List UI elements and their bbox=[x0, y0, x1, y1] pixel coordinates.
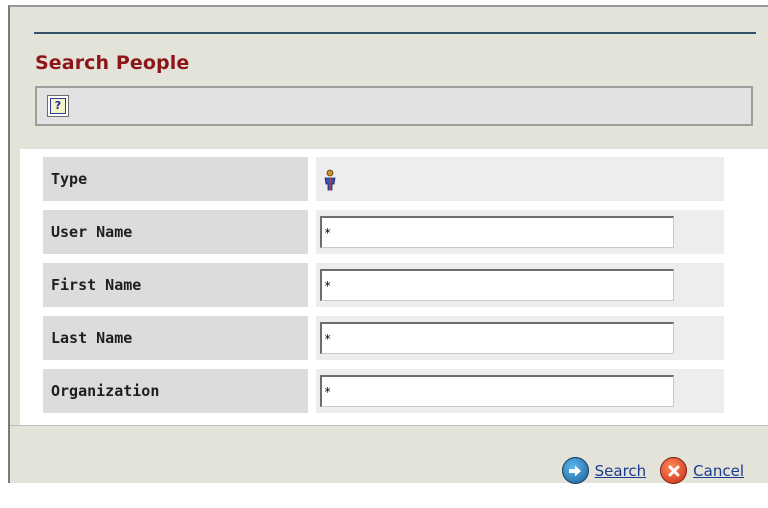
footer-divider bbox=[10, 425, 768, 426]
field-value-last-name bbox=[316, 316, 724, 360]
last-name-input[interactable] bbox=[320, 322, 674, 354]
field-label-organization: Organization bbox=[43, 369, 308, 413]
field-label-type: Type bbox=[43, 157, 308, 201]
search-people-dialog: Search People ? Type User Name * First N… bbox=[8, 5, 768, 484]
field-value-organization bbox=[316, 369, 724, 413]
form-row-organization: Organization bbox=[43, 369, 724, 413]
help-icon: ? bbox=[50, 98, 66, 114]
page-title: Search People bbox=[35, 52, 190, 74]
field-value-type bbox=[316, 157, 724, 201]
field-label-first-name: First Name bbox=[43, 263, 308, 307]
cancel-button[interactable]: Cancel bbox=[660, 457, 744, 484]
toolbar: ? bbox=[35, 86, 753, 126]
cancel-link[interactable]: Cancel bbox=[693, 462, 744, 480]
close-circle-icon[interactable] bbox=[660, 457, 688, 484]
first-name-input[interactable] bbox=[320, 269, 674, 301]
arrow-right-circle-icon[interactable] bbox=[561, 457, 589, 484]
field-label-last-name: Last Name bbox=[43, 316, 308, 360]
search-link[interactable]: Search bbox=[595, 462, 647, 480]
help-button[interactable]: ? bbox=[47, 95, 69, 117]
form-row-type: Type bbox=[43, 157, 724, 201]
field-label-user-name: User Name bbox=[43, 210, 308, 254]
organization-input[interactable] bbox=[320, 375, 674, 407]
search-form: Type User Name First Name bbox=[20, 149, 768, 425]
field-value-first-name bbox=[316, 263, 724, 307]
user-name-input[interactable] bbox=[320, 216, 674, 248]
header-divider bbox=[34, 32, 756, 34]
field-value-user-name bbox=[316, 210, 724, 254]
form-row-last-name: Last Name bbox=[43, 316, 724, 360]
form-row-user-name: User Name bbox=[43, 210, 724, 254]
form-row-first-name: First Name bbox=[43, 263, 724, 307]
person-icon[interactable] bbox=[321, 169, 339, 191]
search-button[interactable]: Search bbox=[561, 457, 647, 484]
dialog-actions: Search Cancel bbox=[548, 457, 744, 484]
